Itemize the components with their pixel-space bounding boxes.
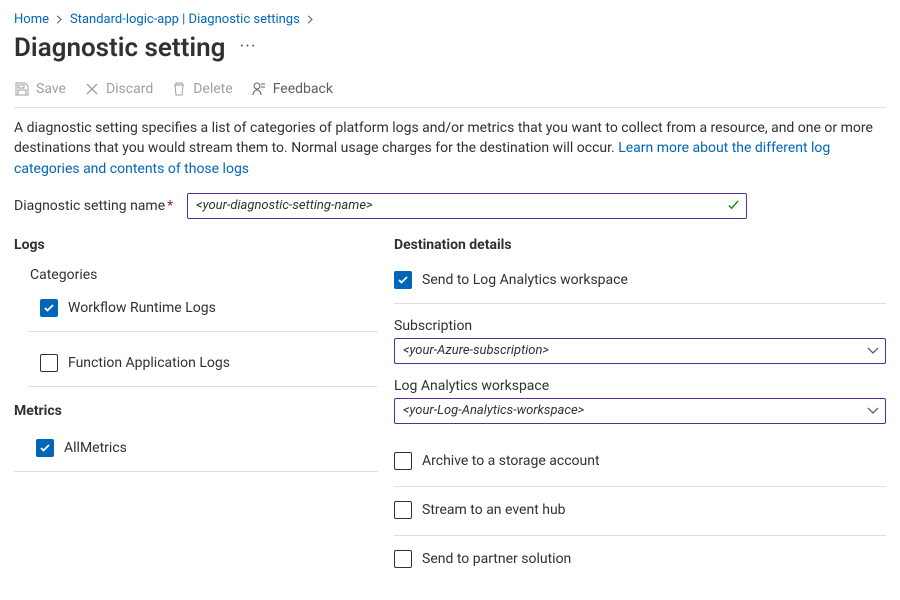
partner-solution-label: Send to partner solution — [422, 551, 571, 567]
chevron-down-icon — [867, 405, 879, 417]
workspace-select[interactable]: <your-Log-Analytics-workspace> — [394, 398, 886, 424]
delete-button[interactable]: Delete — [171, 81, 232, 97]
all-metrics-row[interactable]: AllMetrics — [14, 433, 378, 472]
logs-heading: Logs — [14, 237, 384, 253]
valid-check-icon — [727, 199, 740, 212]
chevron-down-icon — [867, 345, 879, 357]
page-title: Diagnostic setting — [14, 33, 225, 63]
required-asterisk: * — [167, 198, 173, 214]
workspace-value: <your-Log-Analytics-workspace> — [403, 403, 584, 418]
checkbox-unchecked-icon[interactable] — [394, 550, 412, 568]
save-button[interactable]: Save — [14, 81, 66, 97]
checkbox-unchecked-icon[interactable] — [40, 354, 58, 372]
chevron-right-icon — [306, 15, 315, 24]
checkbox-checked-icon[interactable] — [40, 299, 58, 317]
workflow-runtime-logs-label: Workflow Runtime Logs — [68, 300, 216, 316]
subscription-select[interactable]: <your-Azure-subscription> — [394, 338, 886, 364]
chevron-right-icon — [55, 15, 64, 24]
discard-label: Discard — [106, 81, 153, 97]
more-icon[interactable]: ··· — [239, 36, 256, 61]
checkbox-unchecked-icon[interactable] — [394, 452, 412, 470]
workspace-label: Log Analytics workspace — [394, 378, 886, 394]
archive-storage-label: Archive to a storage account — [422, 453, 600, 469]
discard-button[interactable]: Discard — [84, 81, 153, 97]
feedback-label: Feedback — [273, 81, 333, 97]
send-to-la-workspace-row[interactable]: Send to Log Analytics workspace — [394, 267, 886, 304]
metrics-heading: Metrics — [14, 403, 384, 419]
name-input-value: <your-diagnostic-setting-name> — [196, 198, 727, 213]
checkbox-checked-icon[interactable] — [394, 271, 412, 289]
toolbar: Save Discard Delete Feedback — [14, 81, 886, 108]
archive-storage-row[interactable]: Archive to a storage account — [394, 438, 886, 487]
name-label: Diagnostic setting name* — [14, 198, 173, 214]
function-application-logs-label: Function Application Logs — [68, 355, 230, 371]
partner-solution-row[interactable]: Send to partner solution — [394, 536, 886, 584]
intro-text: A diagnostic setting specifies a list of… — [14, 118, 886, 179]
destination-heading: Destination details — [394, 237, 886, 253]
close-icon — [84, 81, 100, 97]
subscription-label: Subscription — [394, 318, 886, 334]
feedback-icon — [251, 81, 267, 97]
delete-label: Delete — [193, 81, 232, 97]
function-application-logs-row[interactable]: Function Application Logs — [28, 348, 378, 387]
checkbox-checked-icon[interactable] — [36, 439, 54, 457]
trash-icon — [171, 81, 187, 97]
all-metrics-label: AllMetrics — [64, 440, 127, 456]
name-input[interactable]: <your-diagnostic-setting-name> — [187, 193, 747, 219]
save-label: Save — [36, 81, 66, 97]
send-to-la-workspace-label: Send to Log Analytics workspace — [422, 272, 628, 288]
stream-eventhub-row[interactable]: Stream to an event hub — [394, 487, 886, 536]
workflow-runtime-logs-row[interactable]: Workflow Runtime Logs — [28, 293, 378, 332]
stream-eventhub-label: Stream to an event hub — [422, 502, 566, 518]
breadcrumb-home[interactable]: Home — [14, 12, 49, 27]
categories-heading: Categories — [16, 267, 384, 283]
feedback-button[interactable]: Feedback — [251, 81, 333, 97]
breadcrumb-app[interactable]: Standard-logic-app | Diagnostic settings — [70, 12, 300, 27]
save-icon — [14, 81, 30, 97]
subscription-value: <your-Azure-subscription> — [403, 343, 549, 358]
breadcrumb: Home Standard-logic-app | Diagnostic set… — [14, 8, 886, 31]
checkbox-unchecked-icon[interactable] — [394, 501, 412, 519]
